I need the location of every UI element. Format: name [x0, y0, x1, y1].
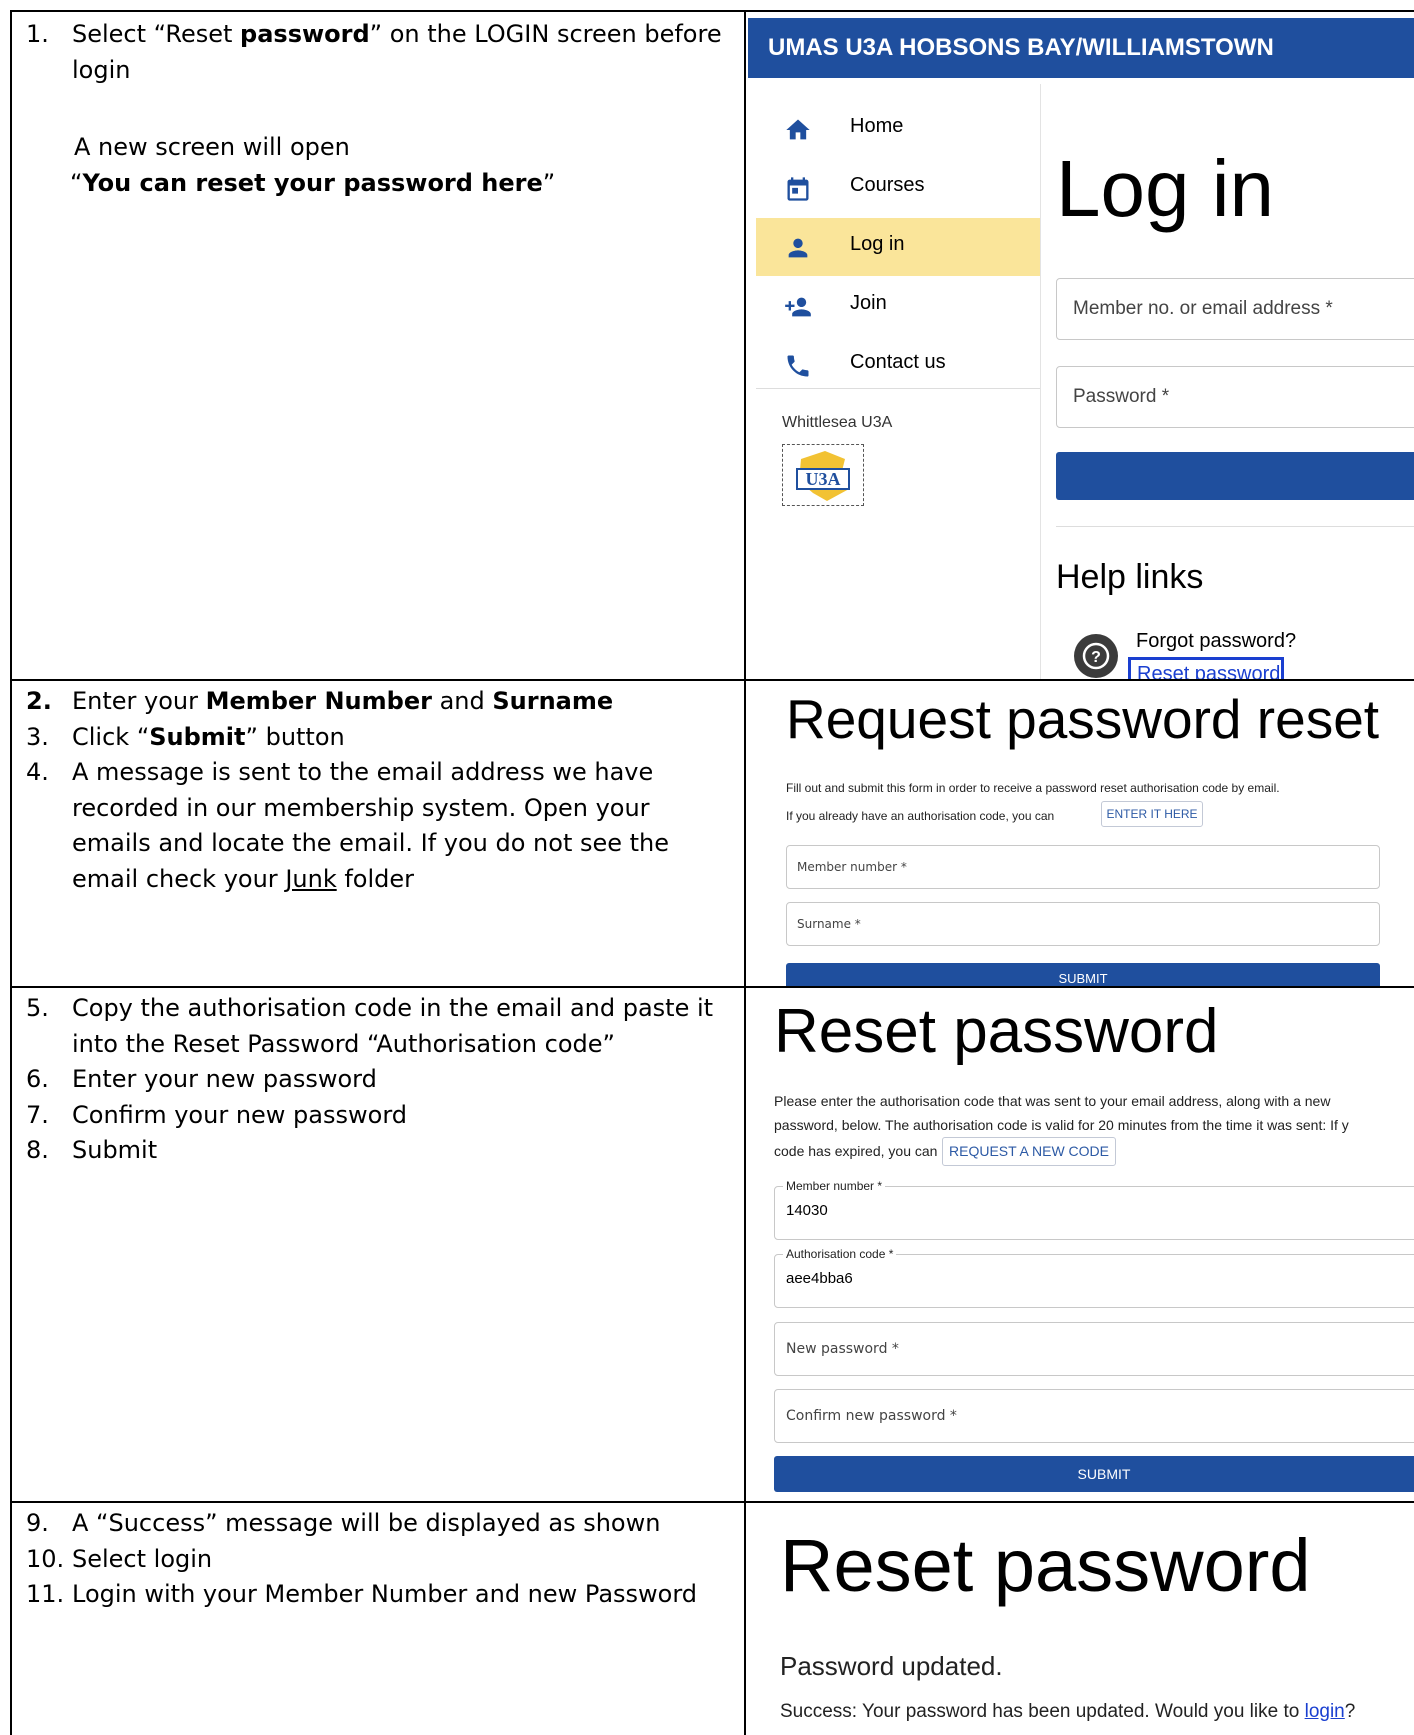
reset-instructions-1: Please enter the authorisation code that…: [774, 1093, 1331, 1109]
step-11: 11. Login with your Member Number and new…: [26, 1580, 698, 1608]
request-intro: Fill out and submit this form in order t…: [786, 781, 1280, 795]
enter-it-here-button[interactable]: ENTER IT HERE: [1101, 801, 1203, 827]
row-step-1: 1. Select “Reset password” on the LOGIN …: [10, 10, 1414, 681]
svg-text:U3A: U3A: [806, 469, 841, 489]
login-card: Log in Member no. or email address * Pas…: [1048, 110, 1414, 681]
divider: [1056, 526, 1414, 527]
confirm-password-field[interactable]: Confirm new password *: [774, 1389, 1414, 1443]
row-steps-2-4: 2. Enter your Member Number and Surname …: [10, 679, 1414, 988]
person-add-icon: [785, 297, 811, 317]
request-title: Request password reset: [786, 688, 1380, 750]
help-title: Help links: [1056, 558, 1204, 596]
new-password-field[interactable]: New password *: [774, 1322, 1414, 1376]
svg-text:?: ?: [1091, 649, 1101, 666]
password-updated-heading: Password updated.: [780, 1651, 1003, 1681]
instructions-cell: 1. Select “Reset password” on the LOGIN …: [10, 12, 746, 681]
instructions-cell: 5. Copy the authorisation code in the ema…: [10, 988, 746, 1503]
step-10: 10. Select login: [26, 1544, 213, 1573]
submit-button[interactable]: SUBMIT: [786, 963, 1380, 988]
home-icon: [786, 119, 810, 140]
login-link[interactable]: login: [1305, 1701, 1345, 1722]
side-nav: Home Courses Log in Join Contact us Whit…: [756, 84, 1041, 681]
help-icon: ?: [1074, 634, 1118, 678]
reset-instructions-3: code has expired, you can: [774, 1143, 938, 1159]
reset-title: Reset password: [774, 997, 1219, 1066]
submit-button[interactable]: SUBMIT: [774, 1456, 1414, 1492]
login-screenshot: UMAS U3A HOBSONS BAY/WILLIAMSTOWN Home C…: [746, 12, 1414, 681]
u3a-logo-icon: U3A: [796, 451, 850, 501]
step-1: 1. Select “Reset password” on the LOGIN …: [26, 20, 722, 84]
person-icon: [788, 238, 808, 258]
member-input[interactable]: Member no. or email address *: [1056, 278, 1414, 340]
step-6: 6. Enter your new password: [26, 1065, 377, 1093]
step-2: 2. Enter your Member Number and Surname: [26, 687, 614, 715]
reset-password-highlight: Reset password: [1128, 657, 1284, 681]
step-7: 7. Confirm your new password: [26, 1100, 407, 1129]
org-name: Whittlesea U3A: [782, 414, 893, 431]
calendar-icon: [787, 177, 809, 201]
nav-divider: [756, 388, 1040, 389]
instructions-cell: 2. Enter your Member Number and Surname …: [10, 681, 746, 988]
phone-icon: [787, 355, 809, 377]
nav-join[interactable]: Join: [756, 277, 1040, 335]
site-banner: UMAS U3A HOBSONS BAY/WILLIAMSTOWN: [748, 18, 1414, 78]
success-screenshot: Reset password Password updated. Success…: [746, 1503, 1414, 1735]
authorisation-code-field[interactable]: Authorisation code * aee4bba6: [774, 1247, 1414, 1308]
member-number-input[interactable]: Member number *: [786, 845, 1380, 889]
success-title: Reset password: [780, 1524, 1311, 1607]
instructions-cell: 9. A “Success” message will be displayed …: [10, 1503, 746, 1735]
reset-password-screenshot: Reset password Please enter the authoris…: [746, 988, 1414, 1503]
request-reset-screenshot: Request password reset Fill out and subm…: [746, 681, 1414, 988]
nav-login[interactable]: Log in: [756, 218, 1040, 276]
password-input[interactable]: Password *: [1056, 366, 1414, 428]
step-8: 8. Submit: [26, 1136, 158, 1164]
nav-courses[interactable]: Courses: [756, 159, 1040, 217]
forgot-password-text: Forgot password?: [1136, 630, 1297, 652]
nav-home[interactable]: Home: [756, 100, 1040, 158]
step-9: 9. A “Success” message will be displayed …: [26, 1509, 661, 1537]
nav-contact[interactable]: Contact us: [756, 336, 1040, 394]
step-3: 3. Click “Submit” button: [26, 722, 345, 751]
code-line: If you already have an authorisation cod…: [786, 809, 1055, 823]
login-button[interactable]: [1056, 452, 1414, 500]
row-steps-9-11: 9. A “Success” message will be displayed …: [10, 1501, 1414, 1735]
instruction-table: 1. Select “Reset password” on the LOGIN …: [10, 10, 1414, 1735]
step-4: 4. A message is sent to the email addres…: [26, 758, 670, 893]
request-new-code-button[interactable]: REQUEST A NEW CODE: [942, 1137, 1116, 1166]
success-message: Success: Your password has been updated.…: [780, 1701, 1356, 1722]
reset-instructions-2: password, below. The authorisation code …: [774, 1117, 1349, 1133]
step-5: 5. Copy the authorisation code in the ema…: [26, 994, 714, 1058]
row-steps-5-8: 5. Copy the authorisation code in the ema…: [10, 986, 1414, 1503]
note: A new screen will open “You can reset yo…: [70, 133, 556, 197]
login-title: Log in: [1056, 144, 1274, 233]
surname-input[interactable]: Surname *: [786, 902, 1380, 946]
org-logo: U3A: [782, 444, 864, 506]
member-number-field[interactable]: Member number * 14030: [774, 1179, 1414, 1240]
